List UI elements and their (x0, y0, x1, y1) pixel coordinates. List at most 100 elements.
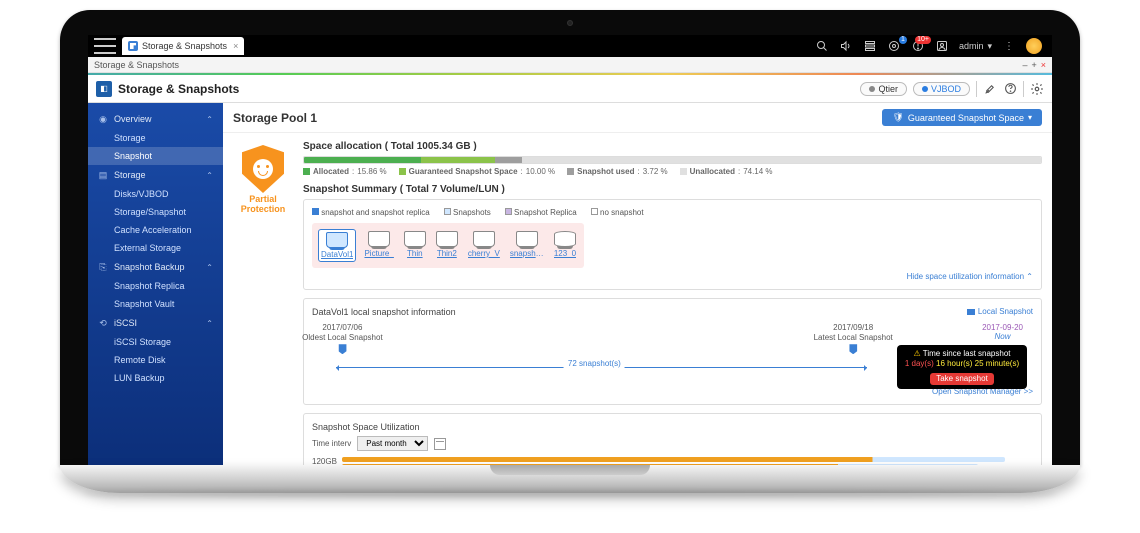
sidebar-item-disks[interactable]: Disks/VJBOD (88, 185, 223, 203)
qtier-button[interactable]: Qtier (860, 82, 907, 96)
utilization-panel: Snapshot Space Utilization Time interv P… (303, 413, 1042, 465)
sidebar-group-iscsi[interactable]: ⟲iSCSI⌃ (88, 313, 223, 333)
guaranteed-space-button[interactable]: 🛡Guaranteed Snapshot Space (882, 109, 1042, 126)
allocation-legend: Allocated: 15.86 % Guaranteed Snapshot S… (303, 167, 1042, 176)
volume-item[interactable]: cherry_V (466, 229, 502, 262)
info-title: DataVol1 local snapshot information (312, 307, 1033, 317)
drive-icon (326, 232, 348, 248)
maximize-button[interactable]: + (1031, 60, 1036, 70)
sidebar: ◉Overview⌃ Storage Snapshot ▤Storage⌃ Di… (88, 103, 223, 465)
devices-badge: 1 (899, 36, 907, 44)
screen: Storage & Snapshots × 1 10+ admin▾ ⋮ (88, 35, 1052, 465)
drive-icon (436, 231, 458, 247)
sidebar-item-vault[interactable]: Snapshot Vault (88, 295, 223, 313)
storage-icon: ▤ (98, 170, 108, 180)
sidebar-item-snapshot[interactable]: Snapshot (88, 147, 223, 165)
laptop-frame: Storage & Snapshots × 1 10+ admin▾ ⋮ (60, 10, 1080, 493)
os-topbar: Storage & Snapshots × 1 10+ admin▾ ⋮ (88, 35, 1052, 57)
drive-icon (473, 231, 495, 247)
tools-icon[interactable] (983, 82, 997, 96)
menu-icon[interactable] (94, 38, 116, 54)
warning-icon: ⚠ (914, 349, 921, 358)
volume-icon[interactable] (839, 39, 853, 53)
pool-title: Storage Pool 1 (233, 111, 317, 125)
sidebar-item-replica[interactable]: Snapshot Replica (88, 277, 223, 295)
chevron-up-icon: ⌃ (206, 115, 213, 124)
shield-icon (242, 145, 284, 193)
chevron-up-icon: ⌃ (206, 319, 213, 328)
local-snapshot-badge: Local Snapshot (967, 307, 1033, 316)
dashboard-icon[interactable] (1026, 38, 1042, 54)
user-icon[interactable] (935, 39, 949, 53)
sidebar-group-overview[interactable]: ◉Overview⌃ (88, 109, 223, 129)
close-icon[interactable]: × (233, 41, 238, 51)
window-header: ◧ Storage & Snapshots Qtier VJBOD (88, 75, 1052, 103)
volume-item[interactable]: DataVol1 (318, 229, 356, 262)
main-content: Storage Pool 1 🛡Guaranteed Snapshot Spac… (223, 103, 1052, 465)
volume-item[interactable]: Picture_ (362, 229, 395, 262)
app-tab-label: Storage & Snapshots (142, 41, 227, 51)
close-button[interactable]: × (1041, 60, 1046, 70)
search-icon[interactable] (815, 39, 829, 53)
summary-panel: snapshot and snapshot replica Snapshots … (303, 199, 1042, 290)
overview-icon: ◉ (98, 114, 108, 124)
lun-icon (554, 231, 576, 247)
admin-menu[interactable]: admin▾ (959, 41, 992, 52)
sidebar-item-lun-backup[interactable]: LUN Backup (88, 369, 223, 387)
hide-utilization-link[interactable]: Hide space utilization information (312, 272, 1033, 281)
sidebar-item-storage-snapshot[interactable]: Storage/Snapshot (88, 203, 223, 221)
interval-select[interactable]: Past month (357, 436, 428, 451)
drive-icon (404, 231, 426, 247)
app-tab[interactable]: Storage & Snapshots × (122, 37, 244, 55)
minimize-button[interactable]: – (1022, 60, 1027, 70)
lock-icon: 🛡 (892, 112, 903, 123)
volume-item[interactable]: Thin (402, 229, 428, 262)
sidebar-item-remote-disk[interactable]: Remote Disk (88, 351, 223, 369)
volume-list: DataVol1 Picture_ Thin Thin2 cherry_V sn… (312, 223, 584, 268)
summary-title: Snapshot Summary ( Total 7 Volume/LUN ) (303, 184, 1042, 195)
devices-icon[interactable]: 1 (887, 39, 901, 53)
app-tab-icon (128, 41, 138, 51)
drive-icon (368, 231, 390, 247)
chevron-up-icon: ⌃ (206, 263, 213, 272)
laptop-bezel: Storage & Snapshots × 1 10+ admin▾ ⋮ (60, 10, 1080, 465)
help-icon[interactable] (1003, 82, 1017, 96)
sidebar-group-storage[interactable]: ▤Storage⌃ (88, 165, 223, 185)
sidebar-item-cache[interactable]: Cache Acceleration (88, 221, 223, 239)
sidebar-item-storage[interactable]: Storage (88, 129, 223, 147)
snapshot-count: 72 snapshot(s) (564, 359, 625, 368)
sidebar-item-external[interactable]: External Storage (88, 239, 223, 257)
page-title: Storage & Snapshots (118, 82, 239, 96)
protection-label: Partial Protection (233, 195, 293, 215)
snapshot-info-panel: Local Snapshot DataVol1 local snapshot i… (303, 298, 1042, 405)
tasks-icon[interactable] (863, 39, 877, 53)
window-titlebar: Storage & Snapshots – + × (88, 57, 1052, 73)
utilization-title: Snapshot Space Utilization (312, 422, 1033, 432)
vjbod-button[interactable]: VJBOD (913, 82, 970, 96)
chevron-up-icon: ⌃ (206, 171, 213, 180)
calendar-icon[interactable] (434, 438, 446, 450)
camera-dot (567, 20, 573, 26)
volume-item[interactable]: Thin2 (434, 229, 460, 262)
take-snapshot-button[interactable]: Take snapshot (930, 373, 994, 385)
protection-status: Partial Protection (233, 141, 293, 465)
window-title: Storage & Snapshots (94, 60, 179, 70)
settings-icon[interactable] (1030, 82, 1044, 96)
now-marker: 2017-09-20 Now (982, 323, 1023, 341)
volume-item[interactable]: snapsho_ (508, 229, 546, 262)
allocation-title: Space allocation ( Total 1005.34 GB ) (303, 141, 1042, 152)
sidebar-group-backup[interactable]: ⎘Snapshot Backup⌃ (88, 257, 223, 277)
topbar-actions: 1 10+ admin▾ ⋮ (815, 38, 1046, 54)
utilization-chart: 120GB 96GB (312, 457, 1033, 465)
alert-badge: 10+ (915, 36, 931, 44)
notification-icon[interactable]: 10+ (911, 39, 925, 53)
marker-icon (849, 344, 857, 354)
app-icon: ◧ (96, 81, 112, 97)
pool-header: Storage Pool 1 🛡Guaranteed Snapshot Spac… (223, 103, 1052, 133)
sidebar-item-iscsi-storage[interactable]: iSCSI Storage (88, 333, 223, 351)
volume-item[interactable]: 123_0 (552, 229, 578, 262)
summary-legend: snapshot and snapshot replica Snapshots … (312, 208, 1033, 217)
more-icon[interactable]: ⋮ (1002, 39, 1016, 53)
allocation-bar (303, 156, 1042, 164)
iscsi-icon: ⟲ (98, 318, 108, 328)
